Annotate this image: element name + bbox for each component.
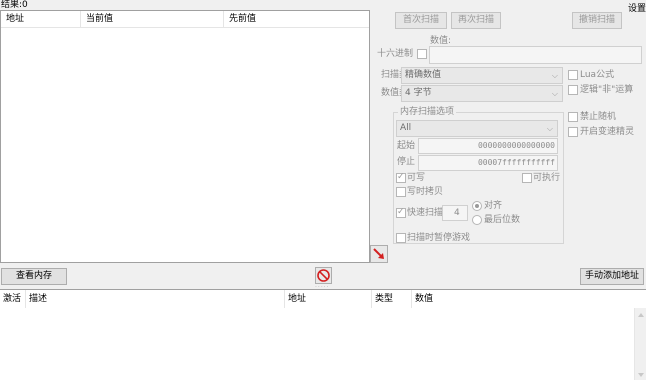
scan-type-select[interactable]: 精确数值 ⌵ [401,67,563,84]
add-address-manually-button[interactable]: 手动添加地址 [580,268,644,285]
clear-list-button[interactable] [315,267,332,284]
fast-scan-alignment-input[interactable]: 4 [442,205,468,221]
undo-scan-button[interactable]: 撤销扫描 [572,12,622,29]
last-digits-label: 最后位数 [484,215,521,225]
first-scan-button[interactable]: 首次扫描 [395,12,447,29]
start-label: 起始 [397,141,416,151]
no-random-checkbox[interactable] [568,112,578,122]
column-address[interactable]: 地址 [285,290,372,308]
lua-formula-label: Lua公式 [580,70,615,80]
speedhack-label: 开启变速精灵 [580,127,635,137]
hex-checkbox[interactable] [417,49,427,59]
arrow-down-right-icon [373,248,384,259]
align-label: 对齐 [484,201,503,211]
stop-address-input[interactable]: 00007fffffffffff [418,155,558,171]
not-logic-checkbox[interactable] [568,85,578,95]
last-digits-radio[interactable] [472,215,482,225]
stop-icon [317,269,330,282]
value-label: 数值: [430,36,452,46]
column-type[interactable]: 类型 [372,290,412,308]
found-list-header: 地址 当前值 先前值 [1,11,369,28]
value-type-select[interactable]: 4 字节 ⌵ [401,85,563,102]
pause-game-checkbox[interactable] [396,233,406,243]
start-address-input[interactable]: 0000000000000000 [418,138,558,154]
no-random-label: 禁止随机 [580,112,617,122]
fast-scan-checkbox[interactable] [396,207,406,218]
copy-on-write-label: 写时拷贝 [407,187,444,197]
column-value[interactable]: 数值 [412,290,632,308]
column-active[interactable]: 激活 [0,290,26,308]
found-list[interactable]: 地址 当前值 先前值 [0,10,370,263]
fast-scan-label: 快速扫描 [407,208,444,218]
address-list-scrollbar[interactable] [634,308,646,380]
view-memory-button[interactable]: 查看内存 [1,268,67,285]
column-previous-value[interactable]: 先前值 [224,11,369,28]
copy-on-write-checkbox[interactable] [396,187,406,197]
chevron-down-icon: ⌵ [551,89,558,98]
results-count: 结果:0 [1,0,28,10]
stop-label: 停止 [397,157,416,167]
speedhack-checkbox[interactable] [568,127,578,137]
memory-scan-options-title: 内存扫描选项 [398,107,457,117]
settings-link[interactable]: 设置 [628,5,646,14]
scroll-arrows-icon [638,313,644,377]
align-radio[interactable] [472,201,482,211]
writable-label: 可写 [407,173,426,183]
chevron-down-icon: ⌵ [546,124,553,133]
executable-checkbox[interactable] [522,173,532,183]
executable-label: 可执行 [533,173,561,183]
value-input[interactable] [429,46,642,64]
column-description[interactable]: 描述 [26,290,285,308]
not-logic-label: 逻辑"非"运算 [580,85,634,95]
hex-label: 十六进制 [377,49,414,59]
pause-game-label: 扫描时暂停游戏 [407,233,471,243]
memory-region-select[interactable]: All ⌵ [396,120,558,137]
next-scan-button[interactable]: 再次扫描 [451,12,501,29]
address-list-header: 激活 描述 地址 类型 数值 [0,290,646,308]
lua-formula-checkbox[interactable] [568,70,578,80]
writable-checkbox[interactable] [396,172,406,183]
add-to-list-button[interactable] [370,245,388,263]
column-address[interactable]: 地址 [1,11,81,28]
column-current-value[interactable]: 当前值 [81,11,224,28]
address-list[interactable]: 激活 描述 地址 类型 数值 [0,289,646,380]
chevron-down-icon: ⌵ [551,71,558,80]
